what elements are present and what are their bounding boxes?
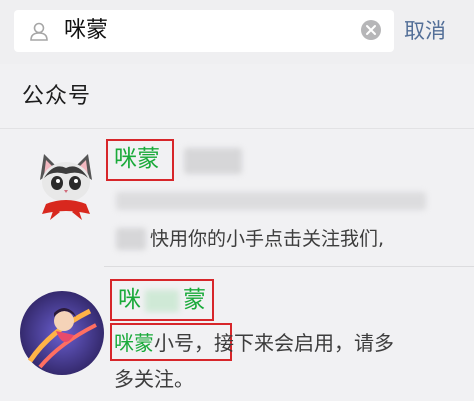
search-field[interactable]: 咪蒙 <box>14 10 394 52</box>
result-description: 快用你的小手点击关注我们, <box>150 228 385 250</box>
blurred-description-prefix <box>116 228 146 250</box>
result-name-part: 蒙 <box>183 287 206 313</box>
section-title: 公众号 <box>22 84 92 109</box>
search-bar: 咪蒙 取消 <box>0 0 474 64</box>
description-text: 小号 <box>154 331 194 355</box>
divider <box>0 128 474 129</box>
cancel-button[interactable]: 取消 <box>404 16 446 46</box>
result-name: 咪蒙 <box>118 284 206 316</box>
matched-keyword: 咪蒙 <box>114 331 154 355</box>
result-name-part: 咪 <box>118 287 141 313</box>
avatar <box>40 154 92 220</box>
result-description: 咪蒙小号，接下来会启用，请多 <box>114 328 394 358</box>
blurred-name-middle <box>145 289 179 312</box>
contact-search-icon <box>30 22 48 41</box>
clear-search-icon[interactable] <box>360 19 382 41</box>
result-name: 咪蒙 <box>114 146 160 172</box>
blurred-description-line <box>116 192 426 210</box>
description-text: ，接下来会启用，请多 <box>194 331 394 355</box>
avatar <box>20 291 104 375</box>
divider <box>104 266 474 267</box>
blurred-name-suffix <box>184 148 242 174</box>
search-input[interactable]: 咪蒙 <box>64 17 108 45</box>
result-description-line2: 多关注。 <box>114 367 194 391</box>
